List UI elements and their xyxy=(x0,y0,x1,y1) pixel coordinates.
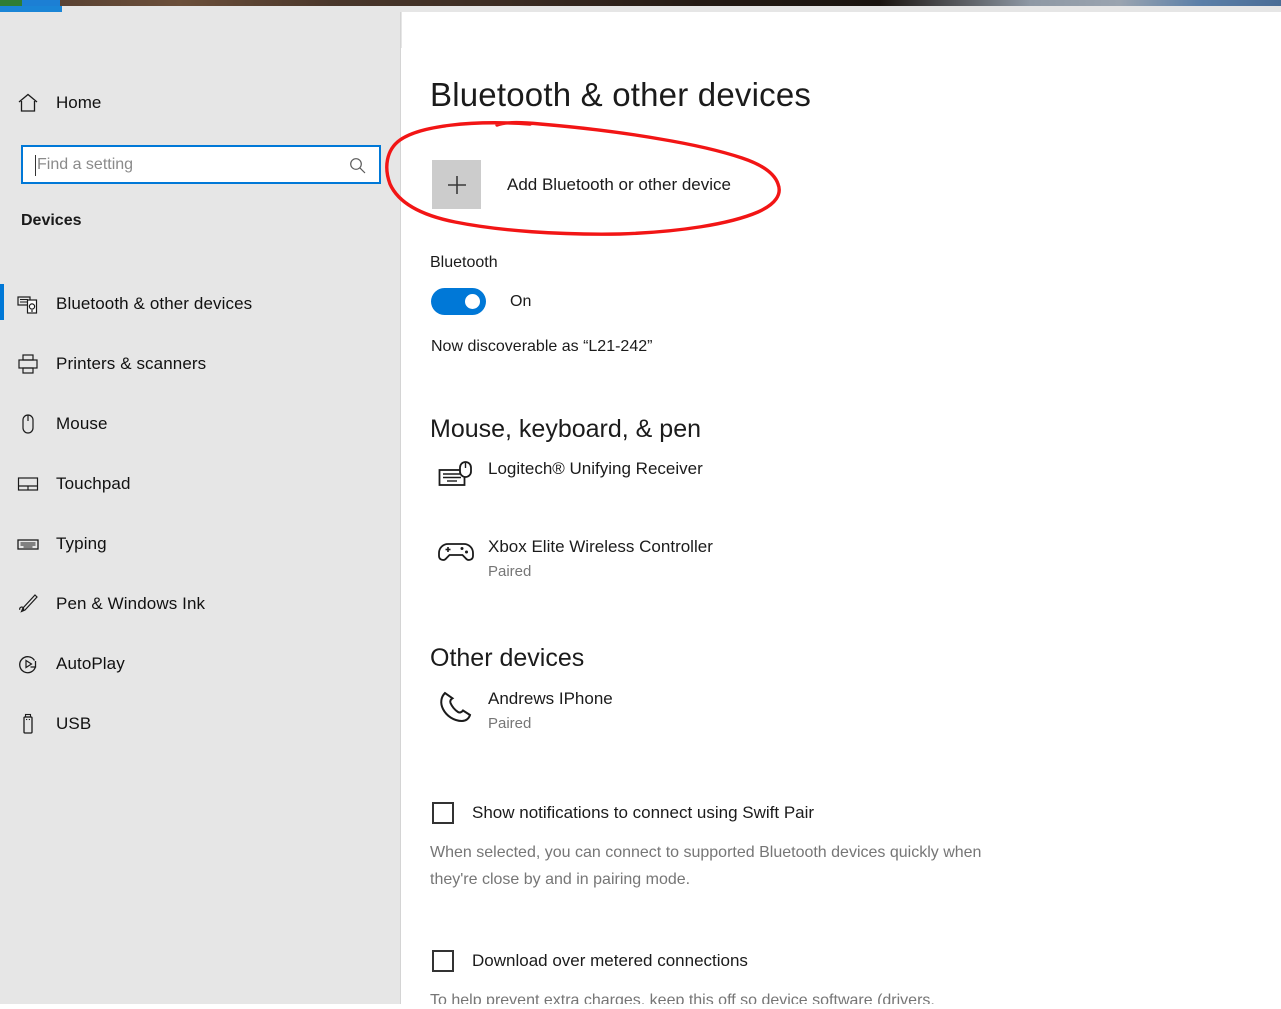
search-icon[interactable] xyxy=(347,155,369,177)
main-content: Bluetooth & other devices Add Bluetooth … xyxy=(402,12,1281,1004)
checkbox-metered-connections[interactable] xyxy=(432,950,454,972)
touchpad-icon xyxy=(0,472,56,496)
sidebar-item-label: USB xyxy=(56,714,91,734)
checkbox-description-metered-connections: To help prevent extra charges, keep this… xyxy=(430,987,1030,1004)
checkbox-row-metered-connections[interactable]: Download over metered connections xyxy=(432,950,748,972)
selection-indicator xyxy=(0,404,4,440)
selection-indicator xyxy=(0,524,4,560)
device-text: Xbox Elite Wireless Controller Paired xyxy=(488,536,713,582)
device-name: Andrews IPhone xyxy=(488,688,613,709)
section-heading-other-devices: Other devices xyxy=(430,644,584,673)
printer-icon xyxy=(0,352,56,376)
sidebar-item-typing[interactable]: Typing xyxy=(0,514,401,574)
checkbox-label: Show notifications to connect using Swif… xyxy=(472,803,814,823)
device-row-logitech-unifying-receiver[interactable]: Logitech® Unifying Receiver xyxy=(432,458,703,490)
home-icon xyxy=(0,91,56,115)
checkbox-row-swift-pair[interactable]: Show notifications to connect using Swif… xyxy=(432,802,814,824)
toggle-knob xyxy=(465,294,480,309)
bluetooth-toggle[interactable] xyxy=(431,288,486,315)
sidebar-item-mouse[interactable]: Mouse xyxy=(0,394,401,454)
sidebar-item-label: AutoPlay xyxy=(56,654,125,674)
sidebar-section-title: Devices xyxy=(21,212,82,230)
checkbox-swift-pair[interactable] xyxy=(432,802,454,824)
gamepad-icon xyxy=(432,536,480,566)
bluetooth-devices-icon xyxy=(0,292,56,316)
sidebar-item-label: Typing xyxy=(56,534,107,554)
checkbox-label: Download over metered connections xyxy=(472,951,748,971)
device-name: Logitech® Unifying Receiver xyxy=(488,459,703,478)
search-caret xyxy=(35,155,36,176)
sidebar-item-printers-scanners[interactable]: Printers & scanners xyxy=(0,334,401,394)
sidebar-item-label: Mouse xyxy=(56,414,108,434)
sidebar-item-touchpad[interactable]: Touchpad xyxy=(0,454,401,514)
device-row-andrews-iphone[interactable]: Andrews IPhone Paired xyxy=(432,688,613,734)
device-text: Andrews IPhone Paired xyxy=(488,688,613,734)
section-heading-mouse-keyboard-pen: Mouse, keyboard, & pen xyxy=(430,415,701,444)
selection-indicator xyxy=(0,644,4,680)
selection-indicator xyxy=(0,344,4,380)
selection-indicator xyxy=(0,584,4,620)
sidebar-nav-list: Bluetooth & other devices Printers & sca… xyxy=(0,274,401,754)
checkbox-description-swift-pair: When selected, you can connect to suppor… xyxy=(430,839,1030,893)
bluetooth-toggle-state: On xyxy=(510,293,531,311)
device-name: Xbox Elite Wireless Controller xyxy=(488,536,713,557)
sidebar-item-label: Printers & scanners xyxy=(56,354,206,374)
selection-indicator xyxy=(0,704,4,740)
mouse-icon xyxy=(0,412,56,436)
settings-window: Settings xyxy=(0,6,1281,1004)
device-status: Paired xyxy=(488,713,613,734)
sidebar-item-label: Pen & Windows Ink xyxy=(56,594,205,614)
bluetooth-section-label: Bluetooth xyxy=(430,254,498,272)
sidebar-item-pen-windows-ink[interactable]: Pen & Windows Ink xyxy=(0,574,401,634)
device-status: Paired xyxy=(488,561,713,582)
keyboard-icon xyxy=(0,532,56,556)
discoverable-status-text: Now discoverable as “L21-242” xyxy=(431,338,652,356)
sidebar-item-bluetooth-other-devices[interactable]: Bluetooth & other devices xyxy=(0,274,401,334)
page-title: Bluetooth & other devices xyxy=(430,76,811,114)
selection-indicator xyxy=(0,284,4,320)
device-text: Logitech® Unifying Receiver xyxy=(488,458,703,479)
sidebar-item-usb[interactable]: USB xyxy=(0,694,401,754)
keyboard-mouse-icon xyxy=(432,458,480,490)
selection-indicator xyxy=(0,464,4,500)
usb-icon xyxy=(0,712,56,736)
sidebar-item-autoplay[interactable]: AutoPlay xyxy=(0,634,401,694)
bluetooth-toggle-row: On xyxy=(431,288,531,315)
add-bluetooth-or-other-device-button[interactable]: Add Bluetooth or other device xyxy=(432,160,731,209)
plus-icon xyxy=(432,160,481,209)
device-row-xbox-elite-wireless-controller[interactable]: Xbox Elite Wireless Controller Paired xyxy=(432,536,713,582)
phone-icon xyxy=(432,688,480,724)
sidebar-item-home-label: Home xyxy=(56,93,101,113)
autoplay-icon xyxy=(0,652,56,676)
sidebar-item-home[interactable]: Home xyxy=(0,80,401,126)
sidebar-item-label: Touchpad xyxy=(56,474,131,494)
search-input[interactable] xyxy=(23,147,337,182)
pen-icon xyxy=(0,592,56,616)
sidebar-item-label: Bluetooth & other devices xyxy=(56,294,252,314)
search-box[interactable] xyxy=(21,145,381,184)
sidebar: Home Devices xyxy=(0,12,401,1004)
add-device-label: Add Bluetooth or other device xyxy=(507,175,731,195)
